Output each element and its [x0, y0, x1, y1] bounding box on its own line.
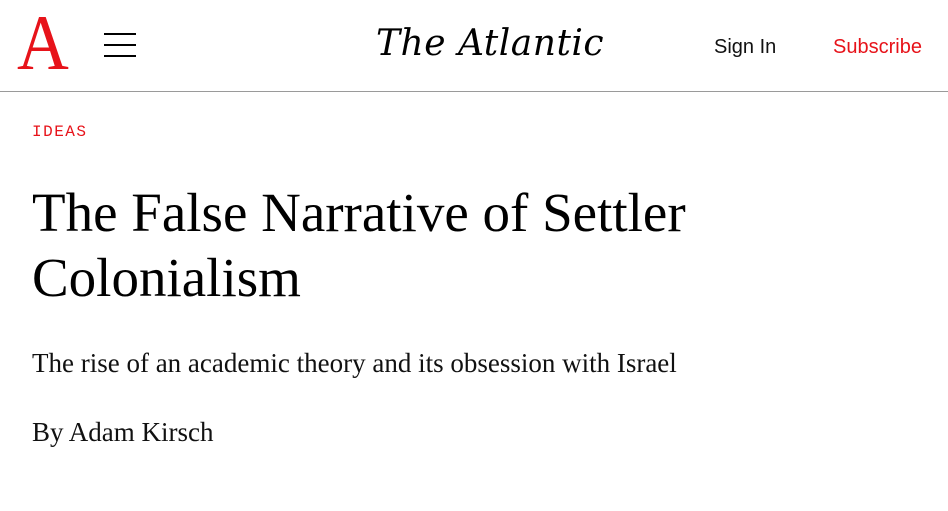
author-link[interactable]: Adam Kirsch	[69, 417, 214, 447]
byline-prefix: By	[32, 417, 64, 447]
article-dek: The rise of an academic theory and its o…	[32, 348, 677, 378]
site-header: A The Atlantic Sign In Subscribe	[0, 0, 948, 92]
hamburger-menu-icon[interactable]	[104, 32, 138, 58]
site-wordmark[interactable]: The Atlantic	[376, 22, 604, 66]
subscribe-link[interactable]: Subscribe	[833, 34, 922, 60]
sign-in-link[interactable]: Sign In	[714, 34, 776, 60]
menu-line	[104, 44, 136, 46]
byline: By Adam Kirsch	[32, 414, 214, 450]
menu-line	[104, 55, 136, 57]
article-headline: The False Narrative of Settler Coloniali…	[32, 182, 686, 308]
atlantic-logo[interactable]: A	[17, 4, 69, 82]
menu-line	[104, 33, 136, 35]
section-label[interactable]: IDEAS	[32, 122, 88, 142]
